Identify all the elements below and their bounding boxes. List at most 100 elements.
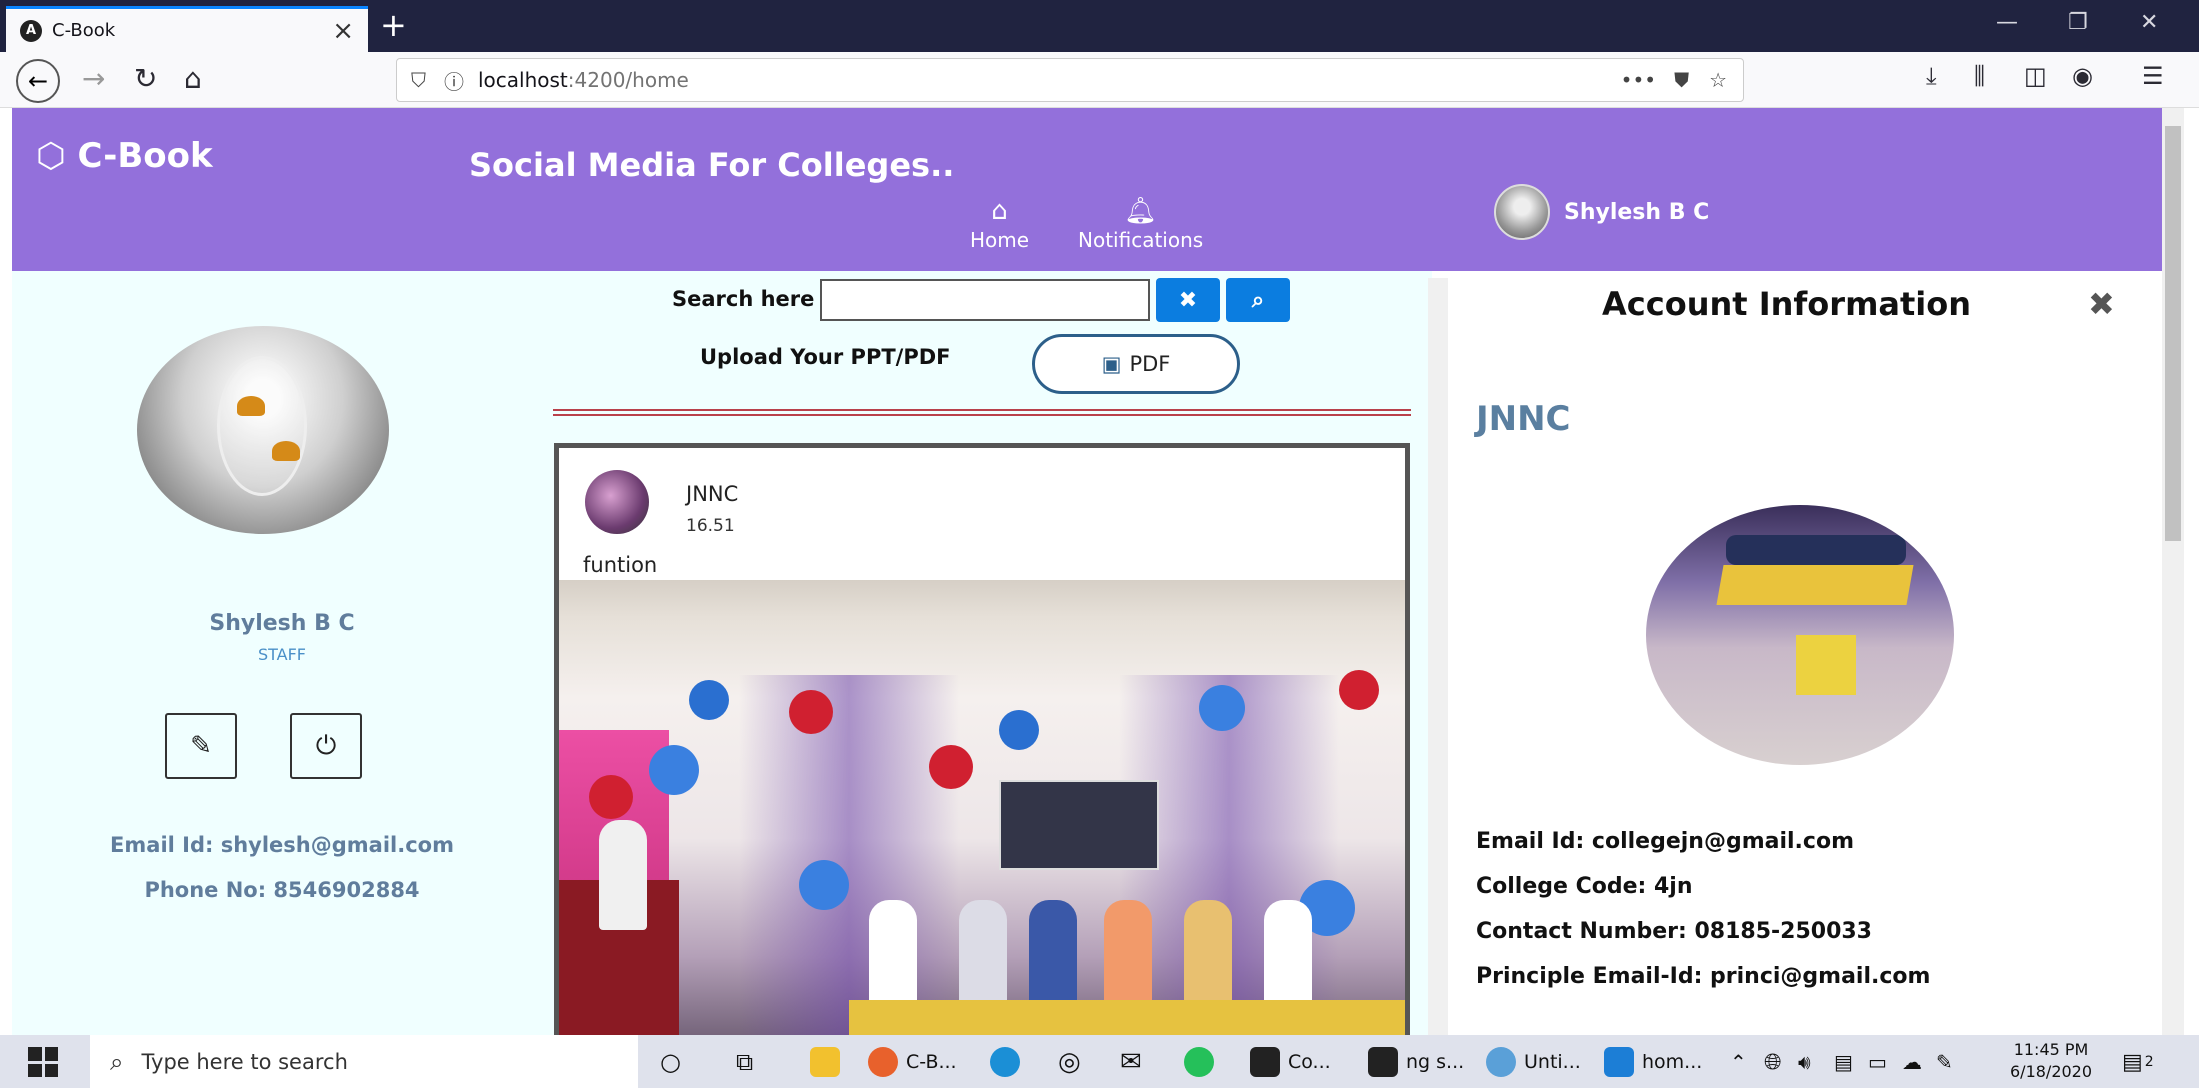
edge-icon[interactable] — [990, 1043, 1028, 1081]
post-author[interactable]: JNNC — [686, 482, 738, 506]
bell-icon: 🔔︎ — [1124, 196, 1158, 226]
url-path: :4200/home — [567, 68, 689, 92]
page-actions-icon[interactable]: ••• — [1621, 68, 1656, 92]
clear-search-button[interactable]: ✖ — [1156, 278, 1220, 322]
cortana-icon[interactable]: ○ — [660, 1043, 681, 1081]
network-icon[interactable]: 🌐︎ — [1764, 1043, 1782, 1081]
notification-count: 2 — [2144, 1054, 2154, 1070]
divider — [553, 414, 1411, 416]
avatar — [1494, 184, 1550, 240]
cloud-icon[interactable]: ☁ — [1902, 1043, 1922, 1081]
battery-icon[interactable]: ▭ — [1868, 1043, 1887, 1081]
page-scrollbar-thumb[interactable] — [2165, 126, 2181, 541]
close-account-icon[interactable]: ✖ — [2088, 285, 2115, 323]
feed-panel: Search here ✖ ⌕ Upload Your PPT/PDF ▣ PD… — [552, 271, 1432, 1043]
taskbar-clock[interactable]: 11:45 PM 6/18/2020 — [2010, 1039, 2092, 1083]
edit-profile-button[interactable]: ✎ — [165, 713, 237, 779]
brand-logo[interactable]: ⬡ C-Book — [36, 136, 213, 176]
post-card: JNNC 16.51 funtion — [554, 443, 1410, 1043]
nav-notifications[interactable]: 🔔︎ Notifications — [1078, 196, 1203, 252]
upload-label: Upload Your PPT/PDF — [700, 345, 951, 369]
taskbar-app-console[interactable]: Co... — [1250, 1043, 1331, 1081]
back-arrow-icon[interactable]: ← — [16, 59, 60, 103]
paint-icon — [1486, 1047, 1516, 1077]
taskbar-search-placeholder: Type here to search — [141, 1049, 348, 1074]
logout-button[interactable]: ⏻ — [290, 713, 362, 779]
restore-icon[interactable]: ❐ — [2068, 10, 2088, 35]
profile-email: Email Id: shylesh@gmail.com — [110, 833, 454, 857]
pen-icon[interactable]: ✎ — [1936, 1043, 1953, 1081]
task-view-icon[interactable]: ⧉ — [736, 1043, 753, 1081]
minimize-icon[interactable]: — — [1996, 10, 2018, 35]
action-center-icon[interactable]: ▤ 2 — [2122, 1043, 2154, 1081]
account-email: Email Id: collegejn@gmail.com — [1476, 829, 1854, 854]
post-time: 16.51 — [686, 516, 735, 536]
clock-date: 6/18/2020 — [2010, 1062, 2093, 1081]
app-header: ⬡ C-Book Social Media For Colleges.. ⌂ H… — [12, 108, 2162, 271]
taskbar-app-label: ng s... — [1406, 1051, 1465, 1073]
taskbar-app-firefox[interactable]: C-B... — [868, 1043, 957, 1081]
taskbar-app-ng[interactable]: ng s... — [1368, 1043, 1464, 1081]
taskbar-app-vscode[interactable]: hom... — [1604, 1043, 1702, 1081]
browser-tab[interactable]: A C-Book × — [6, 6, 368, 52]
post-image — [559, 580, 1405, 1038]
sidebar-icon[interactable]: ◫ — [2024, 62, 2047, 90]
tray-chevron-icon[interactable]: ⌃ — [1730, 1043, 1747, 1081]
nav-home-label: Home — [970, 228, 1030, 252]
account-icon[interactable]: ◉ — [2072, 62, 2093, 90]
address-bar[interactable]: ⛉ ⓘ localhost:4200/home ••• ⛊ ☆ — [396, 58, 1744, 102]
taskbar-app-label: Co... — [1288, 1051, 1331, 1073]
taskbar-app-paint[interactable]: Unti... — [1486, 1043, 1581, 1081]
profile-phone: Phone No: 8546902884 — [144, 878, 420, 902]
firefox-icon — [868, 1047, 898, 1077]
nav-home[interactable]: ⌂ Home — [970, 196, 1029, 252]
feed-scrollbar[interactable] — [1428, 278, 1448, 1035]
pocket-icon[interactable]: ⛊ — [1674, 68, 1689, 92]
account-panel: Account Information ✖ JNNC Email Id: col… — [1452, 271, 2162, 1035]
angular-favicon-icon: A — [20, 19, 42, 42]
account-college-code: College Code: 4jn — [1476, 874, 1693, 899]
forward-arrow-icon[interactable]: → — [82, 62, 105, 95]
search-icon: ⌕ — [110, 1047, 124, 1076]
terminal-icon — [1368, 1047, 1398, 1077]
taskbar: ⌕ Type here to search ○ ⧉ C-B... ◎ ✉ Co.… — [0, 1035, 2199, 1088]
upload-pdf-button[interactable]: ▣ PDF — [1032, 334, 1240, 394]
cube-icon: ⬡ — [36, 136, 78, 176]
keyboard-icon[interactable]: ▤ — [1834, 1043, 1853, 1081]
whatsapp-icon[interactable] — [1184, 1043, 1222, 1081]
search-button[interactable]: ⌕ — [1226, 278, 1290, 322]
college-picture — [1646, 505, 1954, 765]
file-explorer-icon[interactable] — [810, 1043, 848, 1081]
library-icon[interactable]: ⫼ — [1974, 62, 1985, 90]
browser-nav-bar: ← → ↻ ⌂ ⛉ ⓘ localhost:4200/home ••• ⛊ ☆ … — [0, 52, 2199, 108]
taskbar-search[interactable]: ⌕ Type here to search — [90, 1035, 638, 1088]
window-close-icon[interactable]: ✕ — [2140, 10, 2158, 35]
account-title: Account Information — [1602, 285, 1972, 323]
reload-icon[interactable]: ↻ — [134, 62, 157, 95]
tagline: Social Media For Colleges.. — [469, 146, 955, 184]
bookmark-star-icon[interactable]: ☆ — [1709, 68, 1727, 92]
volume-icon[interactable]: 🔊︎ — [1798, 1043, 1811, 1081]
edit-icon: ✎ — [190, 731, 212, 761]
menu-icon[interactable]: ☰ — [2142, 62, 2164, 90]
url-host: localhost — [478, 68, 568, 92]
close-tab-icon[interactable]: × — [332, 16, 354, 46]
close-icon: ✖ — [1178, 287, 1198, 313]
download-icon[interactable]: ⤓ — [1926, 62, 1937, 90]
post-author-avatar[interactable] — [585, 470, 649, 534]
home-icon: ⌂ — [991, 196, 1008, 226]
search-input[interactable] — [820, 279, 1150, 321]
new-tab-icon[interactable]: + — [380, 6, 407, 44]
header-user-name: Shylesh B C — [1564, 199, 1710, 225]
home-page-icon[interactable]: ⌂ — [184, 62, 202, 95]
vscode-icon — [1604, 1047, 1634, 1077]
header-user[interactable]: Shylesh B C — [1494, 184, 1709, 240]
tab-title: C-Book — [52, 20, 116, 41]
chrome-like-icon[interactable]: ◎ — [1058, 1043, 1081, 1081]
nav-notifications-label: Notifications — [1078, 228, 1204, 252]
windows-start-icon[interactable] — [28, 1047, 58, 1077]
post-text: funtion — [583, 553, 658, 577]
profile-panel: Shylesh B C STAFF ✎ ⏻ Email Id: shylesh@… — [12, 271, 552, 1035]
mail-icon[interactable]: ✉ — [1120, 1043, 1142, 1081]
brand-name: C-Book — [77, 136, 213, 176]
